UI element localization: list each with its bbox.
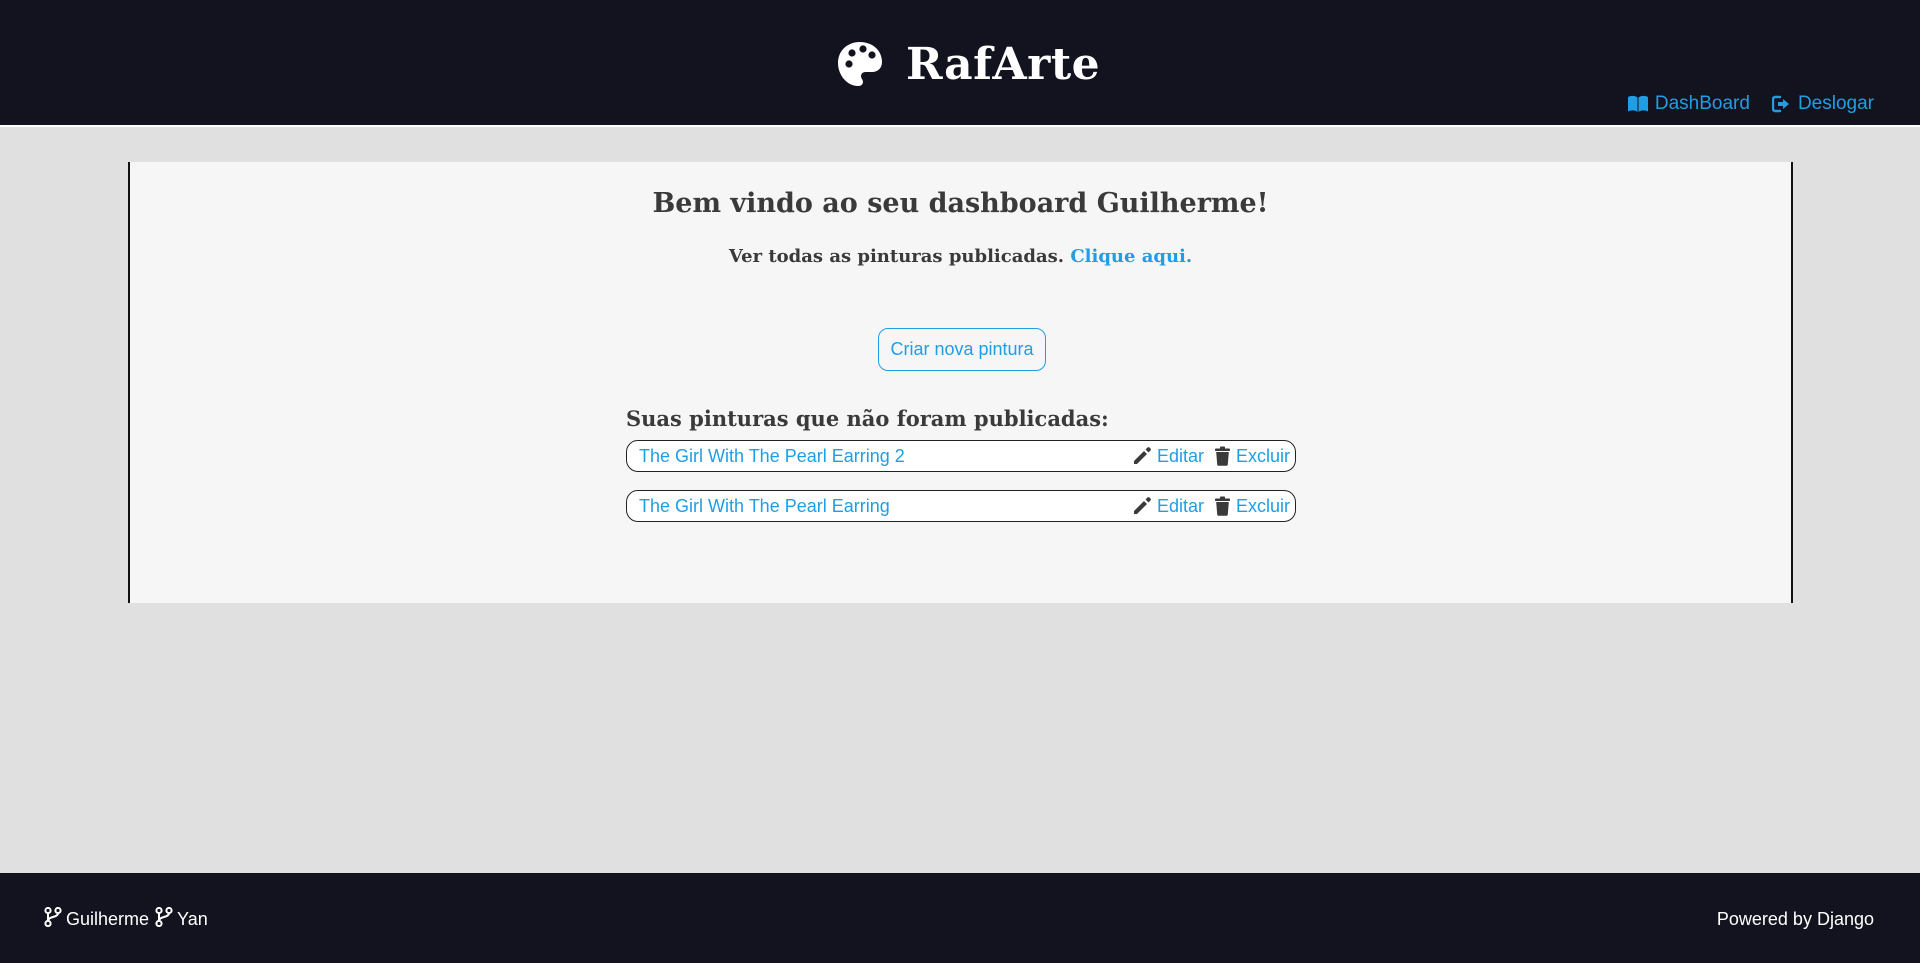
palette-icon — [836, 40, 884, 88]
delete-label: Excluir — [1235, 495, 1290, 516]
nav-dashboard-link[interactable]: DashBoard — [1627, 93, 1750, 115]
top-nav: DashBoard Deslogar — [1627, 93, 1874, 115]
site-footer: Guilherme Yan Powered by Django — [0, 873, 1920, 963]
trash-icon — [1214, 496, 1231, 516]
powered-by-text: Powered by Django — [1716, 909, 1874, 929]
author-name: Guilherme — [66, 909, 150, 929]
brand-title: RafArte — [906, 38, 1101, 90]
sign-out-icon — [1771, 95, 1792, 113]
pencil-icon — [1132, 496, 1152, 516]
author-name: Yan — [177, 909, 208, 929]
nav-dashboard-label: DashBoard — [1654, 93, 1750, 114]
item-actions: Editar Excluir — [1132, 496, 1290, 517]
author-link-guilherme[interactable]: Guilherme — [44, 906, 150, 932]
list-item: The Girl With The Pearl Earring Editar E… — [626, 490, 1296, 522]
create-painting-button[interactable]: Criar nova pintura — [878, 328, 1046, 371]
painting-title-link[interactable]: The Girl With The Pearl Earring 2 — [639, 446, 905, 467]
delete-button[interactable]: Excluir — [1214, 496, 1290, 517]
published-paintings-text: Ver todas as pinturas publicadas. — [728, 246, 1065, 267]
edit-label: Editar — [1156, 495, 1204, 516]
page-title: Bem vindo ao seu dashboard Guilherme! — [652, 188, 1269, 219]
unpublished-paintings-title: Suas pinturas que não foram publicadas: — [626, 406, 1109, 431]
edit-label: Editar — [1156, 445, 1204, 466]
painting-title-link[interactable]: The Girl With The Pearl Earring — [639, 496, 890, 517]
edit-button[interactable]: Editar — [1132, 446, 1204, 467]
list-item: The Girl With The Pearl Earring 2 Editar — [626, 440, 1296, 472]
book-open-icon — [1627, 95, 1649, 113]
item-actions: Editar Excluir — [1132, 446, 1290, 467]
pencil-icon — [1132, 446, 1152, 466]
author-link-yan[interactable]: Yan — [155, 906, 208, 932]
authors-list: Guilherme Yan — [44, 906, 208, 932]
code-branch-icon — [155, 906, 173, 932]
edit-button[interactable]: Editar — [1132, 496, 1204, 517]
site-header: RafArte DashBoard Deslogar — [0, 0, 1920, 127]
unpublished-paintings-section: Suas pinturas que não foram publicadas: … — [626, 406, 1296, 540]
nav-logout-label: Deslogar — [1797, 93, 1874, 114]
delete-label: Excluir — [1235, 445, 1290, 466]
delete-button[interactable]: Excluir — [1214, 446, 1290, 467]
nav-logout-link[interactable]: Deslogar — [1771, 93, 1874, 115]
published-paintings-line: Ver todas as pinturas publicadas. Clique… — [130, 246, 1791, 267]
dashboard-panel: Bem vindo ao seu dashboard Guilherme! Ve… — [128, 162, 1793, 603]
code-branch-icon — [44, 906, 62, 932]
published-paintings-link[interactable]: Clique aqui. — [1070, 246, 1192, 267]
trash-icon — [1214, 446, 1231, 466]
brand[interactable]: RafArte — [836, 36, 1100, 92]
